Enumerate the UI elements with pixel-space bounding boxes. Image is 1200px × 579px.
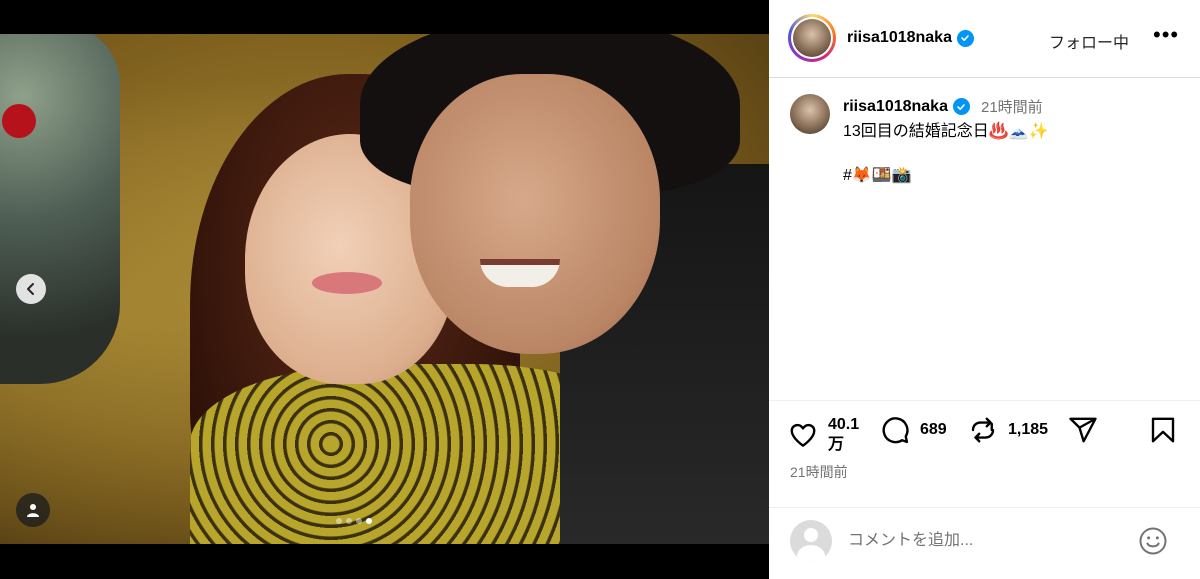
current-user-avatar <box>790 520 832 562</box>
author-username[interactable]: riisa1018naka <box>847 29 974 47</box>
verified-icon <box>956 29 974 47</box>
repost-button[interactable]: 1,185 <box>968 415 1048 445</box>
chevron-left-icon <box>27 283 34 295</box>
photo-rose <box>2 104 36 138</box>
photo-bouquet <box>0 34 120 384</box>
carousel-dot <box>346 518 352 524</box>
repost-icon <box>971 417 995 443</box>
carousel-dots <box>336 518 372 524</box>
like-count[interactable]: 40.1 万 <box>828 415 860 455</box>
caption-text: 13回目の結婚記念日♨️🗻✨ <box>843 123 1049 140</box>
following-button[interactable]: フォロー中 <box>1049 29 1129 53</box>
comment-button[interactable]: 689 <box>880 415 947 445</box>
actions-divider <box>769 400 1200 401</box>
post-timestamp[interactable]: 21時間前 <box>790 462 848 482</box>
share-icon <box>1069 417 1097 443</box>
person-tag-icon <box>27 504 39 517</box>
post-sidebar: riisa1018naka フォロー中 ••• riisa1018naka 21… <box>769 0 1200 579</box>
emoji-icon <box>1139 527 1167 555</box>
caption-header: riisa1018naka 21時間前 <box>843 96 1043 117</box>
author-username-text[interactable]: riisa1018naka <box>847 29 952 47</box>
more-options-button[interactable]: ••• <box>1153 24 1179 46</box>
bookmark-icon <box>1151 417 1175 443</box>
post-header: riisa1018naka フォロー中 ••• <box>769 0 1200 78</box>
tagged-people-button[interactable] <box>16 493 50 527</box>
like-count-number: 40.1 <box>828 416 860 433</box>
caption-avatar[interactable] <box>790 94 830 134</box>
verified-icon <box>952 98 970 115</box>
carousel-dot-active <box>366 518 372 524</box>
carousel-dot <box>356 518 362 524</box>
heart-icon <box>790 423 816 447</box>
photo-woman-lips <box>312 272 382 294</box>
comment-icon <box>882 417 909 444</box>
share-button[interactable] <box>1068 415 1098 445</box>
comment-count: 689 <box>920 421 947 438</box>
post-media <box>0 0 769 579</box>
caption-hashtags[interactable]: #🦊🍱📸 <box>843 164 912 188</box>
like-count-unit: 万 <box>828 436 845 453</box>
caption-username[interactable]: riisa1018naka <box>843 98 948 116</box>
caption-time[interactable]: 21時間前 <box>981 96 1043 117</box>
comment-bar <box>769 507 1200 579</box>
emoji-button[interactable] <box>1138 526 1168 556</box>
repost-count: 1,185 <box>1008 421 1049 438</box>
like-button[interactable]: 40.1 万 <box>788 415 860 455</box>
post-photo[interactable] <box>0 34 769 544</box>
author-avatar[interactable] <box>788 14 836 62</box>
comment-input[interactable] <box>848 528 1128 554</box>
carousel-prev-button[interactable] <box>16 274 46 304</box>
photo-man-face <box>410 74 660 354</box>
post-actions: 40.1 万 689 1,185 <box>788 415 1188 465</box>
carousel-dot <box>336 518 342 524</box>
save-button[interactable] <box>1148 415 1178 445</box>
